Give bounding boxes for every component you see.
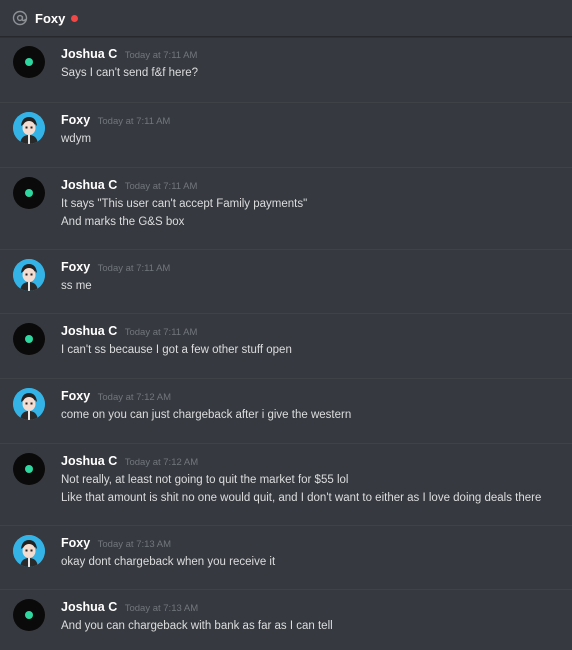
- message-text: ss me: [61, 280, 92, 292]
- author-name[interactable]: Joshua C: [61, 600, 117, 614]
- message-text: come on you can just chargeback after i …: [61, 409, 352, 421]
- dark-avatar[interactable]: [13, 599, 45, 631]
- author-name[interactable]: Foxy: [61, 113, 90, 127]
- dark-avatar[interactable]: [13, 46, 45, 78]
- message: Joshua C Today at 7:11 AM I can't ss bec…: [0, 314, 572, 379]
- author-name[interactable]: Foxy: [61, 389, 90, 403]
- message-text: And marks the G&S box: [61, 216, 185, 228]
- message-text: And you can chargeback with bank as far …: [61, 620, 333, 632]
- dark-avatar[interactable]: [13, 177, 45, 209]
- timestamp: Today at 7:11 AM: [124, 50, 198, 61]
- author-name[interactable]: Foxy: [61, 536, 90, 550]
- message: Foxy Today at 7:11 AM wdym: [0, 103, 572, 168]
- channel-name[interactable]: Foxy: [35, 11, 65, 26]
- at-icon: [12, 10, 28, 26]
- dark-avatar[interactable]: [13, 453, 45, 485]
- timestamp: Today at 7:12 AM: [124, 457, 199, 468]
- author-name[interactable]: Joshua C: [61, 454, 117, 468]
- message-list: Joshua C Today at 7:11 AM Says I can't s…: [0, 37, 572, 650]
- timestamp: Today at 7:11 AM: [97, 263, 171, 274]
- timestamp: Today at 7:11 AM: [124, 181, 198, 192]
- message: Joshua C Today at 7:11 AM Says I can't s…: [0, 37, 572, 103]
- message-text: Says I can't send f&f here?: [61, 67, 199, 79]
- message-text: wdym: [61, 133, 92, 145]
- foxy-avatar[interactable]: [13, 259, 45, 291]
- status-dot: [71, 15, 79, 22]
- timestamp: Today at 7:12 AM: [97, 392, 172, 403]
- message-text: Like that amount is shit no one would qu…: [61, 492, 542, 504]
- message-text: okay dont chargeback when you receive it: [61, 556, 276, 568]
- author-name[interactable]: Joshua C: [61, 47, 117, 61]
- timestamp: Today at 7:13 AM: [124, 603, 199, 614]
- message-text: It says "This user can't accept Family p…: [61, 198, 308, 210]
- message: Joshua C Today at 7:12 AM Not really, at…: [0, 444, 572, 526]
- timestamp: Today at 7:11 AM: [97, 116, 171, 127]
- foxy-avatar[interactable]: [13, 112, 45, 144]
- message: Joshua C Today at 7:11 AM It says "This …: [0, 168, 572, 250]
- timestamp: Today at 7:11 AM: [124, 327, 198, 338]
- author-name[interactable]: Joshua C: [61, 178, 117, 192]
- author-name[interactable]: Joshua C: [61, 324, 117, 338]
- message: Foxy Today at 7:13 AM okay dont chargeba…: [0, 526, 572, 590]
- message: Foxy Today at 7:11 AM ss me: [0, 250, 572, 314]
- message: Joshua C Today at 7:13 AM And you can ch…: [0, 590, 572, 650]
- message-text: Not really, at least not going to quit t…: [61, 474, 349, 486]
- timestamp: Today at 7:13 AM: [97, 539, 172, 550]
- author-name[interactable]: Foxy: [61, 260, 90, 274]
- channel-header: Foxy: [0, 0, 572, 37]
- message-text: I can't ss because I got a few other stu…: [61, 344, 292, 356]
- message: Foxy Today at 7:12 AM come on you can ju…: [0, 379, 572, 444]
- foxy-avatar[interactable]: [13, 535, 45, 567]
- foxy-avatar[interactable]: [13, 388, 45, 420]
- dark-avatar[interactable]: [13, 323, 45, 355]
